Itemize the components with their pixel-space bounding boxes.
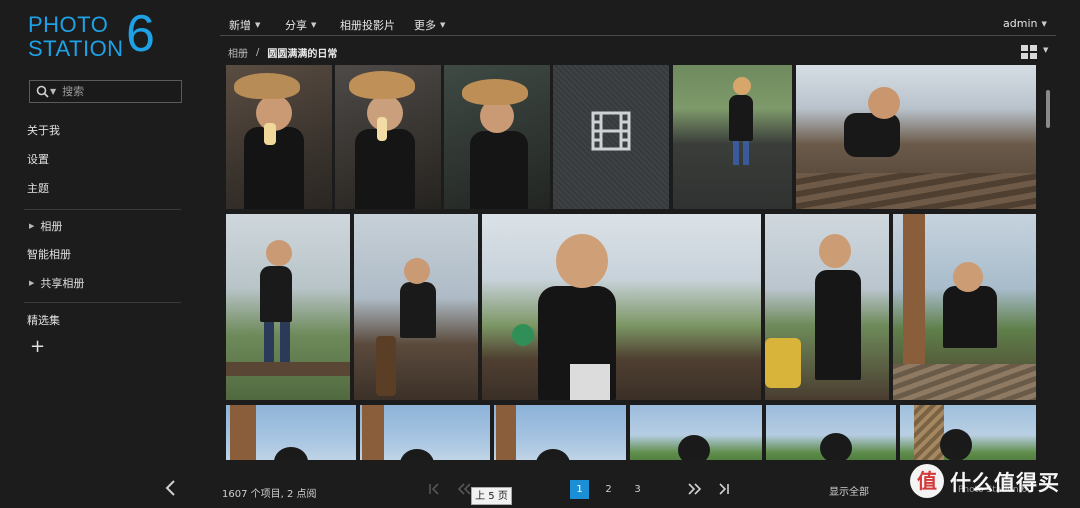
breadcrumb-separator: / (256, 47, 260, 58)
photo-thumbnail[interactable] (765, 214, 889, 400)
watermark-text: 什么值得买 (950, 471, 1060, 495)
next-5-pages-icon[interactable] (688, 483, 702, 495)
photo-thumbnail[interactable] (360, 405, 490, 460)
chevron-down-icon: ▼ (311, 21, 317, 29)
menu-label: 分享 (285, 19, 307, 32)
sidebar-item-label: 共享相册 (40, 277, 85, 290)
sidebar-item-featured[interactable]: 精选集 (27, 312, 60, 328)
plus-icon[interactable]: + (30, 338, 45, 356)
sidebar-item-label: 相册 (40, 220, 63, 233)
menu-label: 更多 (414, 19, 436, 32)
menu-slideshow[interactable]: 相册投影片 (340, 17, 395, 33)
logo-line-1: PHOTO (28, 12, 109, 37)
breadcrumb: 相册 / 圆圆满满的日常 (228, 45, 337, 60)
menu-more[interactable]: 更多 ▼ (414, 17, 445, 33)
sidebar-item-shared-albums[interactable]: ▶ 共享相册 (27, 275, 84, 291)
video-icon (591, 111, 631, 151)
chevron-down-icon: ▼ (440, 21, 446, 29)
photo-thumbnail[interactable] (796, 65, 1036, 209)
chevron-down-icon: ▼ (1041, 19, 1047, 28)
sidebar-item-albums[interactable]: ▶ 相册 (27, 218, 62, 234)
photo-thumbnail[interactable] (482, 214, 761, 400)
sidebar-item-label: 设置 (27, 153, 49, 166)
photo-thumbnail[interactable] (226, 405, 356, 460)
sidebar-item-label: 关于我 (27, 124, 60, 137)
breadcrumb-root[interactable]: 相册 (228, 45, 248, 60)
photo-thumbnail[interactable] (494, 405, 626, 460)
search-icon[interactable] (36, 85, 49, 98)
sidebar-divider (24, 302, 181, 303)
menu-share[interactable]: 分享 ▼ (285, 17, 316, 33)
logo-line-2: STATION (28, 36, 124, 61)
photo-thumbnail[interactable] (673, 65, 792, 209)
user-menu[interactable]: admin ▼ (1003, 17, 1047, 30)
menu-label: 相册投影片 (340, 19, 395, 32)
photo-thumbnail[interactable] (226, 214, 350, 400)
sidebar-item-label: 智能相册 (27, 248, 71, 261)
photo-thumbnail[interactable] (335, 65, 441, 209)
sidebar-item-smart-albums[interactable]: 智能相册 (27, 246, 71, 262)
photo-thumbnail[interactable] (630, 405, 762, 460)
photo-thumbnail[interactable] (766, 405, 896, 460)
sidebar-item-label: 精选集 (27, 314, 60, 327)
sidebar-item-theme[interactable]: 主题 (27, 180, 49, 196)
chevron-down-icon: ▼ (255, 21, 261, 29)
back-arrow-icon[interactable] (163, 479, 179, 497)
page-2[interactable]: 2 (599, 480, 618, 499)
photo-thumbnail[interactable] (444, 65, 550, 209)
watermark-logo-icon: 值 (910, 464, 944, 498)
grid-view-icon[interactable] (1021, 45, 1037, 59)
photo-thumbnail[interactable] (900, 405, 1036, 460)
logo-version: 6 (126, 5, 155, 63)
photo-thumbnail[interactable] (354, 214, 478, 400)
page-1[interactable]: 1 (570, 480, 589, 499)
photo-thumbnail[interactable] (226, 65, 332, 209)
photo-grid (226, 65, 1036, 460)
scrollbar-thumb[interactable] (1046, 90, 1050, 128)
expand-triangle-icon[interactable]: ▶ (29, 279, 34, 287)
sidebar-item-about[interactable]: 关于我 (27, 122, 60, 138)
sidebar-item-settings[interactable]: 设置 (27, 151, 49, 167)
page-3[interactable]: 3 (628, 480, 647, 499)
first-page-icon[interactable] (428, 483, 440, 495)
breadcrumb-current: 圆圆满满的日常 (267, 49, 338, 60)
photo-thumbnail[interactable] (893, 214, 1036, 400)
show-all-button[interactable]: 显示全部 (829, 483, 869, 498)
item-count: 1607 个项目, 2 点阅 (222, 489, 317, 500)
sidebar: PHOTO STATION 6 ▼ 关于我 设置 主题 ▶ 相册 智能相册 ▶ … (0, 0, 200, 508)
video-thumbnail[interactable] (553, 65, 669, 209)
menu-new[interactable]: 新增 ▼ (229, 17, 260, 33)
menu-label: 新增 (229, 19, 251, 32)
username: admin (1003, 17, 1038, 30)
tooltip: 上 5 页 (471, 487, 512, 505)
search-options-caret-icon[interactable]: ▼ (50, 87, 56, 96)
app-logo[interactable]: PHOTO STATION 6 (28, 6, 168, 64)
expand-triangle-icon[interactable]: ▶ (29, 222, 34, 230)
last-page-icon[interactable] (718, 483, 730, 495)
prev-5-pages-icon[interactable] (457, 483, 471, 495)
sidebar-divider (24, 209, 181, 210)
search-input[interactable] (62, 85, 163, 98)
sidebar-item-label: 主题 (27, 182, 49, 195)
search-box[interactable]: ▼ (29, 80, 182, 103)
view-options-chevron-icon[interactable]: ▼ (1043, 46, 1048, 54)
